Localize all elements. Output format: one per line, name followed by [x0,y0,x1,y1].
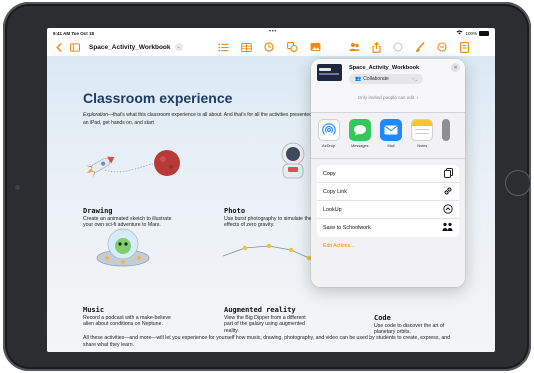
mail-icon [380,119,402,141]
document-thumbnail [317,64,342,81]
shape-icon[interactable] [284,40,300,54]
app-notes[interactable]: Notes [411,119,434,158]
activity-heading: Music [83,306,105,314]
share-file-name: Space_Activity_Workbook [349,65,420,71]
activity-music: Music Record a podcast with a make-belie… [83,306,173,328]
ipad-frame: 9:41 AM Tue Oct 18 ••• 100% Space_Activi… [3,2,531,371]
multitasking-dots[interactable]: ••• [269,29,277,35]
intro-lead: Exploration [83,112,109,118]
front-camera [15,185,20,190]
activity-description: Create an animated sketch to illustrate … [83,216,172,229]
copy-icon [444,167,453,180]
activity-photo: Photo Use burst photography to simulate … [224,207,314,229]
collaborate-dropdown[interactable]: 👥 Collaborate ⌃⌄ [349,74,423,84]
activity-code: Code Use code to discover the art of pla… [374,314,464,336]
airdrop-icon [317,119,340,141]
link-icon [443,186,453,198]
action-save-to-schoolwork[interactable]: Save to Schoolwork [317,219,459,237]
toolbar-actions-group [346,40,472,54]
comment-disabled-icon [390,40,406,54]
battery-icon [479,30,489,36]
more-apps-icon [441,119,450,141]
collaborate-label: Collaborate [363,76,389,82]
share-sheet: Space_Activity_Workbook 👥 Collaborate ⌃⌄… [311,59,465,287]
action-label: LookUp [323,206,342,213]
share-icon[interactable] [368,40,384,54]
alien-spaceship-illustration [93,222,153,275]
lookup-icon [443,203,453,216]
back-chevron-icon[interactable] [51,40,67,54]
activity-heading: Augmented reality [224,306,296,314]
notes-icon [411,119,434,141]
app-messages[interactable]: Messages [348,119,371,158]
format-brush-icon[interactable] [412,40,428,54]
chart-icon[interactable] [261,40,277,54]
table-icon[interactable] [238,40,254,54]
footer-paragraph: All these activities—and more—will let y… [83,335,450,348]
battery-percent: 100% [465,30,477,36]
close-icon[interactable]: ✕ [451,63,460,72]
action-label: Copy [323,170,336,177]
status-bar: 9:41 AM Tue Oct 18 ••• 100% [47,28,495,38]
action-copy[interactable]: Copy [317,165,459,183]
activity-description: View the Big Dipper from a different par… [224,315,306,334]
document-name[interactable]: Space_Activity_Workbook [89,44,171,51]
home-button[interactable] [505,170,531,196]
action-lookup[interactable]: LookUp [317,201,459,219]
activity-description: Use burst photography to simulate the ef… [224,216,312,229]
rocket-mars-illustration [83,148,183,187]
app-airdrop[interactable]: AirDrop [317,119,340,158]
status-time: 9:41 AM Tue Oct 18 [53,30,95,36]
sidebar-icon[interactable] [67,40,83,54]
activity-heading: Code [374,314,391,322]
app-label: AirDrop [322,144,336,148]
edit-actions-link[interactable]: Edit Actions... [323,243,453,249]
people-icon: 👥 [355,76,362,82]
permission-link[interactable]: Only invited people can edit. › [311,95,465,100]
action-label: Copy Link [323,188,347,195]
share-actions-group: Copy Copy Link LookUp Save to Schoolwork [317,165,459,237]
action-label: Save to Schoolwork [323,225,371,231]
collaborate-icon[interactable] [346,40,362,54]
share-apps-row: AirDrop Messages Mail Notes [311,113,465,159]
activity-augmented-reality: Augmented reality View the Big Dipper fr… [224,306,314,334]
media-icon[interactable] [307,40,323,54]
app-label: Mail [387,144,395,148]
screen: 9:41 AM Tue Oct 18 ••• 100% Space_Activi… [47,28,495,352]
document-setup-icon[interactable] [456,40,472,54]
app-more-partial[interactable] [441,119,465,158]
chevron-down-icon[interactable]: ⌄ [174,43,183,51]
astronaut-illustration [273,140,313,187]
intro-paragraph: Exploration—that's what this classroom e… [83,112,343,127]
messages-icon [348,119,371,141]
activity-description: Record a podcast with a make-believe ali… [83,315,171,328]
activity-heading: Photo [224,207,246,215]
activity-description: Use code to discover the art of planetar… [374,323,445,336]
app-label: Messages [351,144,369,148]
toolbar-insert-group [215,40,323,54]
toolbar: Space_Activity_Workbook ⌄ [47,38,495,56]
intro-rest: —that's what this classroom experience i… [83,112,338,126]
battery-status: 100% [456,30,489,36]
activity-heading: Drawing [83,207,113,215]
app-mail[interactable]: Mail [379,119,402,158]
list-icon[interactable] [215,40,231,54]
share-sheet-header: Space_Activity_Workbook 👥 Collaborate ⌃⌄… [311,59,465,113]
more-icon[interactable] [434,40,450,54]
page-title: Classroom experience [83,90,233,106]
action-copy-link[interactable]: Copy Link [317,183,459,201]
activity-drawing: Drawing Create an animated sketch to ill… [83,207,173,229]
wifi-icon [456,30,463,36]
app-label: Notes [417,144,428,148]
schoolwork-icon [442,222,453,234]
chevron-updown-icon: ⌃⌄ [411,76,418,82]
